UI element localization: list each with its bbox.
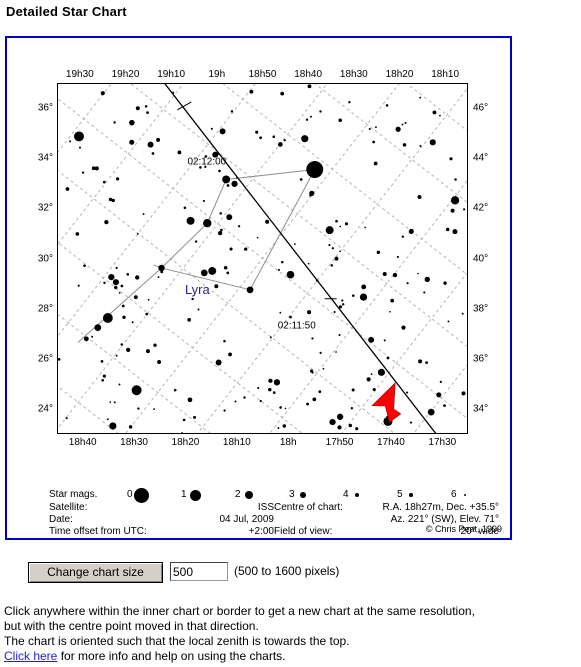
axis-left-tick: 28° (37, 303, 53, 315)
footer-line-1: Click anywhere within the inner chart or… (4, 604, 475, 618)
axis-bottom-tick: 17h30 (428, 437, 457, 448)
axis-bottom-tick: 18h20 (171, 437, 200, 448)
axis-top-tick: 18h50 (248, 69, 277, 80)
star-mag-dot (409, 493, 413, 497)
axis-left-tick: 32° (37, 202, 53, 214)
chart-text-labels: 02:12:00 02:11:50 Lyra (185, 157, 316, 332)
constellation-lines (77, 169, 316, 343)
axis-right-tick: 40° (473, 253, 489, 264)
star-mag-number: 0 (127, 489, 133, 500)
satellite-value: ISS (257, 502, 274, 513)
axis-top-tick: 19h10 (157, 69, 186, 80)
axis-right-tick: 38° (473, 303, 489, 315)
star-mag-number: 4 (343, 489, 349, 500)
axis-top-tick: 18h10 (431, 69, 460, 80)
axis-top-tick: 18h20 (385, 69, 414, 80)
axis-bottom-tick: 18h (279, 437, 297, 448)
centre-value-radec: R.A. 18h27m, Dec. +35.5° (382, 502, 499, 513)
footer-help-text: Click anywhere within the inner chart or… (4, 604, 579, 664)
star-mag-dot (189, 489, 201, 501)
centre-label: Centre of chart: (274, 502, 343, 513)
axis-bottom-tick: 18h30 (120, 437, 148, 448)
axis-right-tick: 46° (473, 102, 489, 114)
utc-offset-label: Time offset from UTC: (49, 526, 147, 537)
track-time-label: 02:11:50 (278, 321, 316, 332)
track-time-label: 02:12:00 (187, 157, 226, 168)
star-mag-number: 5 (397, 489, 403, 500)
axis-top-tick: 19h30 (65, 69, 94, 80)
spacer-cell (274, 514, 369, 526)
date-label: Date: (49, 514, 73, 525)
axis-top-tick: 19h (208, 69, 226, 80)
star-mag-dot (299, 491, 307, 499)
star-mag-dot (244, 490, 254, 500)
page-title: Detailed Star Chart (6, 4, 127, 19)
change-chart-size-button[interactable]: Change chart size (28, 562, 163, 583)
star-chart-panel[interactable]: 19h30 19h20 19h10 19h 18h50 18h40 18h30 18h20 18… (5, 36, 512, 540)
axis-bottom-tick: 18h10 (222, 437, 251, 448)
help-link[interactable]: Click here (4, 649, 57, 663)
footer-line-4-rest: for more info and help on using the char… (57, 649, 286, 663)
axis-left-tick: 24° (37, 403, 53, 415)
axis-right-tick: 34° (473, 403, 489, 415)
star-magnitude-legend: Star mags. 0 1 2 3 4 5 6 (49, 487, 499, 503)
chart-size-controls: Change chart size (500 to 1600 pixels) (0, 562, 581, 590)
axis-top-tick: 18h40 (294, 69, 323, 80)
star-mag-number: 1 (181, 489, 187, 500)
chart-size-input[interactable] (170, 562, 228, 581)
star-mag-number: 3 (289, 489, 295, 500)
axis-left-tick: 26° (37, 353, 53, 365)
satellite-track (164, 84, 437, 433)
axis-top-tick: 19h20 (111, 69, 140, 80)
footer-line-2: but with the centre point moved in that … (4, 619, 259, 633)
satellite-position-marker (371, 382, 402, 423)
star-mag-dot (463, 493, 467, 497)
star-mags-label: Star mags. (49, 489, 98, 500)
chart-size-hint: (500 to 1600 pixels) (234, 564, 340, 578)
footer-line-3: The chart is oriented such that the loca… (4, 634, 350, 648)
axis-bottom-tick: 18h40 (68, 437, 97, 448)
axis-left-tick: 30° (37, 253, 53, 264)
axis-top-tick: 18h30 (339, 69, 368, 80)
sky-plot-area[interactable]: 02:12:00 02:11:50 Lyra (57, 83, 468, 434)
star-mag-number: 6 (451, 489, 457, 500)
axis-left-tick: 34° (37, 152, 53, 164)
axis-right-tick: 44° (473, 152, 489, 164)
star-mag-dot (354, 492, 360, 498)
sky-chart-svg: 02:12:00 02:11:50 Lyra (58, 84, 467, 433)
star-mag-dot (133, 487, 149, 503)
altaz-grid (58, 84, 467, 433)
axis-right-tick: 36° (473, 353, 489, 365)
axis-left-tick: 36° (37, 102, 53, 114)
field-of-view-label: Field of view: (274, 526, 333, 537)
date-value: 04 Jul, 2009 (219, 514, 275, 525)
footer-line-4: Click here for more info and help on usi… (4, 649, 579, 664)
star-mag-number: 2 (235, 489, 241, 500)
satellite-label: Satellite: (49, 502, 88, 513)
constellation-label: Lyra (185, 282, 210, 297)
table-row: Satellite: ISS Centre of chart: R.A. 18h… (49, 502, 499, 514)
utc-offset-value: +2:00 (248, 526, 274, 537)
axis-bottom-tick: 17h40 (377, 437, 405, 448)
axis-bottom-tick: 17h50 (325, 437, 354, 448)
copyright-notice: © Chris Peat, 1999 (425, 524, 502, 534)
axis-right-tick: 42° (473, 202, 489, 214)
